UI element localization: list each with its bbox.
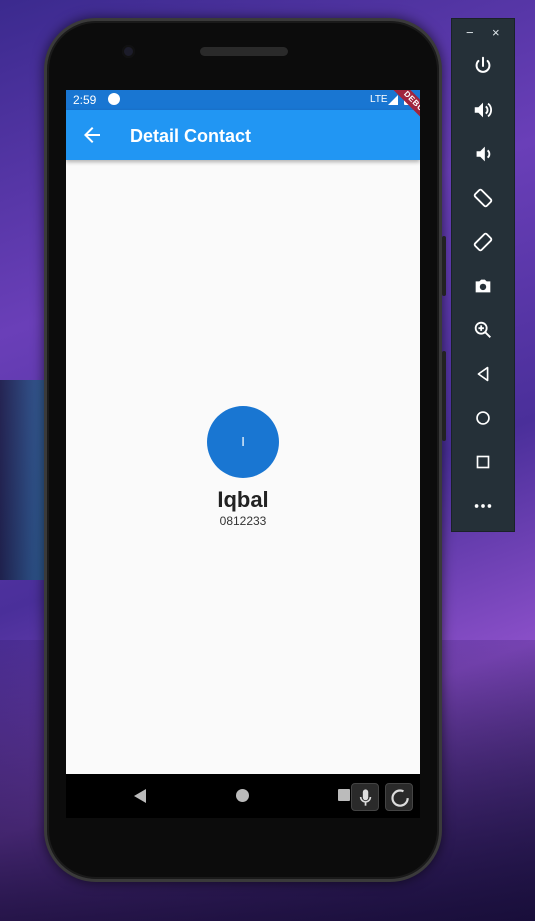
flutter-icon <box>108 93 120 105</box>
rotate-right-icon <box>473 232 493 252</box>
minimize-button[interactable]: − <box>466 25 474 40</box>
contact-phone: 0812233 <box>219 514 267 528</box>
signal-icon <box>388 95 398 105</box>
contact-name: Iqbal <box>217 487 269 512</box>
back-button[interactable] <box>468 359 498 389</box>
phone-side-button <box>442 236 446 296</box>
emulator-toolbar: − × <box>451 18 515 532</box>
overview-icon <box>476 455 490 469</box>
home-icon <box>476 411 490 425</box>
nav-home-icon[interactable] <box>236 789 249 802</box>
back-icon <box>477 366 489 382</box>
overview-button[interactable] <box>468 447 498 477</box>
microphone-button[interactable] <box>351 783 379 811</box>
network-label: LTE <box>370 94 388 105</box>
volume-down-icon <box>476 146 491 162</box>
refresh-icon <box>391 789 409 807</box>
page-title: Detail Contact <box>130 126 252 146</box>
zoom-icon <box>474 321 491 338</box>
nav-back-icon[interactable] <box>134 789 146 803</box>
phone-speaker <box>200 47 288 56</box>
volume-up-icon <box>474 102 492 118</box>
contact-avatar: I <box>207 406 279 478</box>
more-button[interactable] <box>468 491 498 521</box>
nav-recent-icon[interactable] <box>338 789 350 801</box>
status-time: 2:59 <box>73 93 97 107</box>
app-screen: 2:59 LTE Detail Contact DEBUG I Iqbal 08… <box>66 90 420 774</box>
app-bar: Detail Contact <box>66 110 420 160</box>
power-icon <box>475 56 491 73</box>
rotate-left-icon <box>473 188 493 208</box>
phone-side-button <box>442 351 446 441</box>
camera-icon <box>475 279 491 293</box>
zoom-button[interactable] <box>468 315 498 345</box>
toolbar-window-controls: − × <box>452 25 516 43</box>
microphone-icon <box>359 789 372 806</box>
rotate-left-button[interactable] <box>468 183 498 213</box>
back-arrow-icon[interactable] <box>80 123 104 147</box>
status-bar: 2:59 LTE <box>66 90 420 110</box>
phone-camera <box>122 45 135 58</box>
volume-down-button[interactable] <box>468 139 498 169</box>
close-button[interactable]: × <box>492 25 500 40</box>
refresh-button[interactable] <box>385 783 413 811</box>
rotate-right-button[interactable] <box>468 227 498 257</box>
screenshot-button[interactable] <box>468 271 498 301</box>
volume-up-button[interactable] <box>468 95 498 125</box>
more-icon <box>474 504 492 508</box>
power-button[interactable] <box>468 51 498 81</box>
home-button[interactable] <box>468 403 498 433</box>
